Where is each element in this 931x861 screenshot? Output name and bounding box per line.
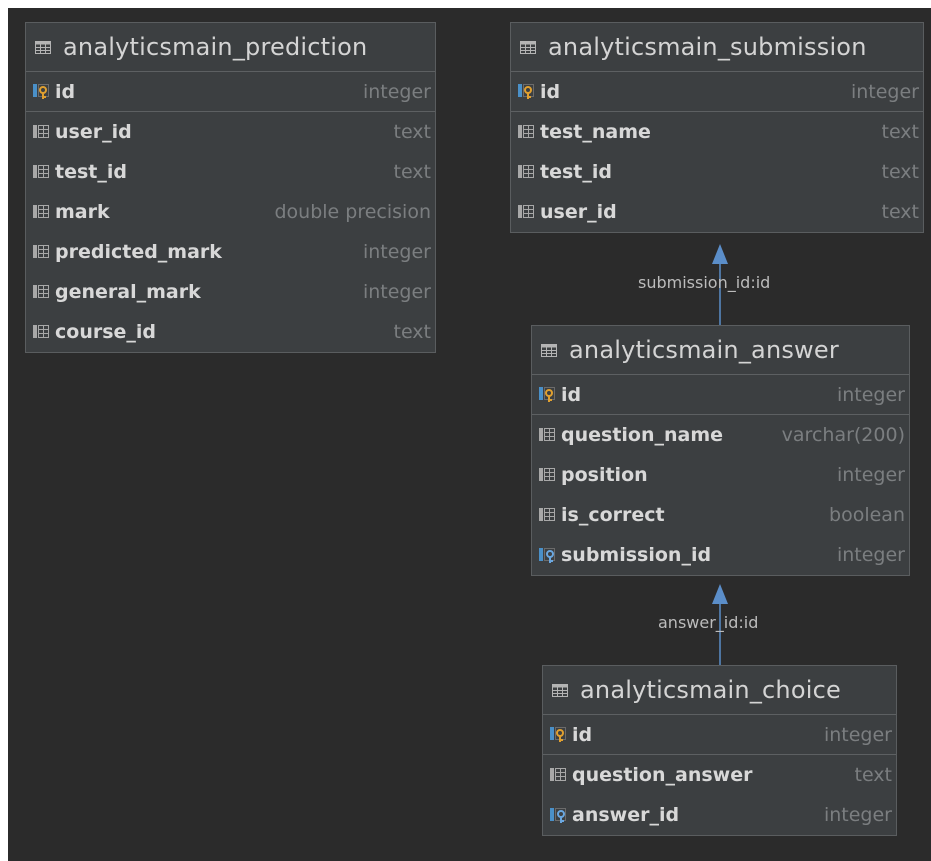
table-name: analyticsmain_submission [548,33,867,61]
column-name: test_name [540,121,651,143]
column-type: integer [836,464,905,486]
column-row[interactable]: answer_id integer [543,795,896,835]
primary-key-icon [518,84,534,99]
column-type: text [854,764,893,786]
table-icon [541,343,557,357]
relation-label-answer: answer_id:id [658,613,759,632]
column-type: integer [850,80,919,103]
column-row[interactable]: course_id text [26,312,435,352]
column-name: submission_id [561,544,712,566]
column-name: id [55,80,76,103]
relation-arrowhead-answer [712,584,728,604]
column-name: test_id [540,161,612,183]
column-type: integer [823,723,892,746]
table-header: analyticsmain_prediction [26,23,435,72]
table-name: analyticsmain_prediction [63,33,368,61]
column-row[interactable]: test_id text [26,152,435,192]
column-icon [550,767,566,781]
primary-key-icon [33,84,49,99]
column-name: general_mark [55,281,201,303]
column-row[interactable]: question_answer text [543,755,896,795]
table-header: analyticsmain_answer [532,326,909,375]
relation-label-submission: submission_id:id [638,273,771,292]
primary-key-icon [550,727,566,742]
column-type: text [881,161,920,183]
column-type: text [393,161,432,183]
column-icon [33,124,49,138]
primary-key-icon [539,387,555,402]
column-name: position [561,464,648,486]
column-name: question_answer [572,764,753,786]
table-header: analyticsmain_submission [511,23,923,72]
column-type: varchar(200) [781,424,905,446]
column-name: mark [55,201,110,223]
column-row[interactable]: id integer [532,375,909,415]
column-type: text [393,121,432,143]
table-analyticsmain_submission[interactable]: analyticsmain_submissionid integer test_na… [510,22,924,233]
column-row[interactable]: question_name varchar(200) [532,415,909,455]
foreign-key-icon [550,807,566,823]
column-type: integer [362,80,431,103]
table-icon [35,40,51,54]
column-row[interactable]: user_id text [511,192,923,232]
column-icon [33,244,49,258]
column-row[interactable]: submission_id integer [532,535,909,575]
column-name: test_id [55,161,127,183]
column-name: answer_id [572,804,680,826]
column-icon [539,467,555,481]
column-row[interactable]: test_id text [511,152,923,192]
table-header: analyticsmain_choice [543,666,896,715]
column-icon [33,164,49,178]
column-name: predicted_mark [55,241,222,263]
column-icon [33,204,49,218]
column-icon [539,427,555,441]
column-name: id [572,723,593,746]
column-icon [33,324,49,338]
column-type: double precision [274,201,431,223]
column-row[interactable]: id integer [26,72,435,112]
table-icon [520,40,536,54]
column-name: user_id [540,201,617,223]
column-row[interactable]: is_correct boolean [532,495,909,535]
column-row[interactable]: mark double precision [26,192,435,232]
column-row[interactable]: predicted_mark integer [26,232,435,272]
relation-arrowhead-submission [712,244,728,264]
column-type: integer [836,383,905,406]
column-type: integer [823,804,892,826]
column-icon [539,507,555,521]
column-type: text [881,201,920,223]
column-name: user_id [55,121,132,143]
column-name: id [540,80,561,103]
column-type: integer [362,281,431,303]
column-type: text [393,321,432,343]
table-analyticsmain_answer[interactable]: analyticsmain_answerid integer question_na… [531,325,910,576]
column-name: question_name [561,424,724,446]
column-row[interactable]: id integer [543,715,896,755]
table-name: analyticsmain_answer [569,336,839,364]
column-type: integer [362,241,431,263]
column-icon [518,124,534,138]
column-icon [518,164,534,178]
column-row[interactable]: general_mark integer [26,272,435,312]
column-row[interactable]: id integer [511,72,923,112]
table-icon [552,683,568,697]
table-analyticsmain_choice[interactable]: analyticsmain_choiceid integer question_an… [542,665,897,836]
table-name: analyticsmain_choice [580,676,841,704]
column-name: course_id [55,321,157,343]
column-row[interactable]: position integer [532,455,909,495]
column-name: is_correct [561,504,665,526]
column-type: text [881,121,920,143]
column-type: boolean [829,504,905,526]
foreign-key-icon [539,547,555,563]
column-name: id [561,383,582,406]
column-row[interactable]: test_name text [511,112,923,152]
diagram-canvas: submission_id:id answer_id:id analyticsm… [8,8,931,861]
column-row[interactable]: user_id text [26,112,435,152]
column-icon [518,204,534,218]
table-analyticsmain_prediction[interactable]: analyticsmain_predictionid integer user_id… [25,22,436,353]
column-icon [33,284,49,298]
column-type: integer [836,544,905,566]
